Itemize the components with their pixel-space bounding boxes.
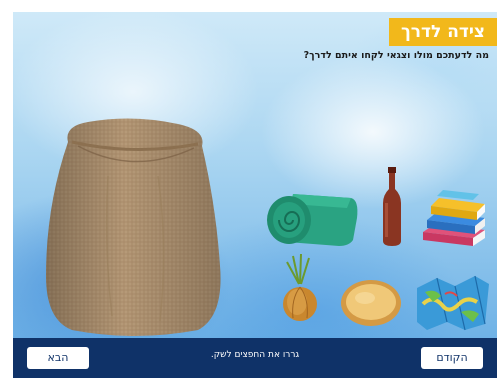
sack-icon[interactable] bbox=[38, 116, 226, 338]
bottle-icon[interactable] bbox=[379, 167, 405, 247]
books-icon[interactable] bbox=[419, 190, 489, 248]
activity-question: מה לדעתכם מולו וצגאי לקחו איתם לדרך? bbox=[303, 50, 489, 61]
onion-icon[interactable] bbox=[279, 254, 321, 324]
activity-title: צידה לדרך bbox=[388, 18, 497, 46]
pita-bread-icon[interactable] bbox=[339, 278, 403, 328]
activity-frame: צידה לדרך מה לדעתכם מולו וצגאי לקחו איתם… bbox=[0, 0, 497, 378]
previous-button[interactable]: הקודם bbox=[421, 347, 483, 369]
footer-bar: הבא גררו את החפצים לשק. הקודם bbox=[13, 338, 497, 378]
map-icon[interactable] bbox=[415, 274, 491, 332]
rolled-blanket-icon[interactable] bbox=[263, 188, 359, 250]
activity-stage: צידה לדרך מה לדעתכם מולו וצגאי לקחו איתם… bbox=[13, 12, 497, 338]
